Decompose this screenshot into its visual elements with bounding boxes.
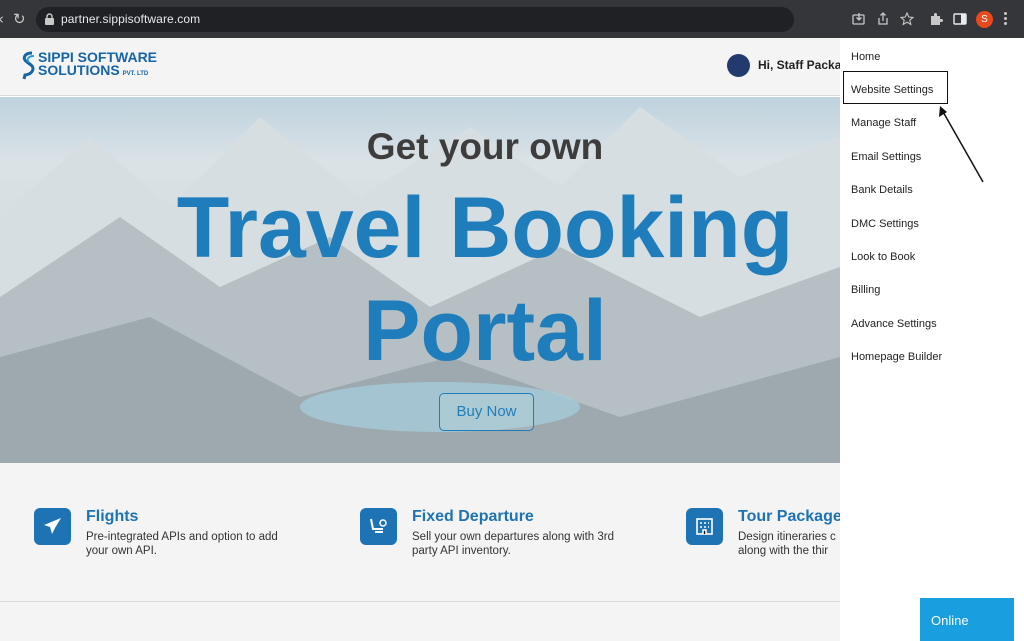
feature-desc-line: along with the thir [738,545,829,557]
features-section: Flights Pre-integrated APIs and option t… [0,463,842,641]
lock-icon [45,13,54,25]
menu-item-bank-details[interactable]: Bank Details [851,184,913,196]
menu-item-email-settings[interactable]: Email Settings [851,151,921,163]
menu-item-manage-staff[interactable]: Manage Staff [851,117,916,129]
url-text: partner.sippisoftware.com [61,12,201,26]
browser-toolbar: ‹ ↻ partner.sippisoftware.com S [0,0,1024,38]
feature-desc-line: Design itineraries c [738,531,836,543]
annotation-arrow-icon [939,106,984,183]
feature-desc-line: Pre-integrated APIs and option to add [86,531,278,543]
feature-desc: Pre-integrated APIs and option to add yo… [86,530,278,558]
online-chat-button[interactable]: Online [920,598,1014,641]
user-greeting[interactable]: Hi, Staff Packag [758,58,849,72]
share-icon[interactable] [876,12,890,26]
sippi-logo-icon[interactable] [20,51,36,81]
feature-desc-line: party API inventory. [412,545,511,557]
hero-subtitle: Get your own [366,126,604,167]
browser-menu-icon[interactable] [1004,12,1008,26]
hero-banner: Get your own Travel Booking Portal Buy N… [0,97,840,463]
bookmark-star-icon[interactable] [900,12,914,26]
feature-title: Flights [86,508,139,525]
feature-desc: Sell your own departures along with 3rd … [412,530,614,558]
section-divider [0,601,840,602]
feature-desc-line: your own API. [86,545,157,557]
menu-item-billing[interactable]: Billing [851,284,880,296]
feature-title: Tour Package [738,508,842,525]
user-avatar[interactable] [727,54,750,77]
company-logo-text[interactable]: SIPPI SOFTWARE SOLUTIONS PVT. LTD [38,50,157,81]
buy-now-button[interactable]: Buy Now [439,393,534,431]
logo-suffix: PVT. LTD [122,71,149,77]
airplane-icon [34,508,71,545]
hero-title-line2: Portal [363,283,607,379]
logo-line-2: SOLUTIONS [38,62,120,78]
building-icon [686,508,723,545]
menu-item-home[interactable]: Home [851,51,880,63]
menu-item-look-to-book[interactable]: Look to Book [851,251,915,263]
feature-desc: Design itineraries c along with the thir [738,530,836,558]
install-app-icon[interactable] [852,12,866,26]
hero-title-line1: Travel Booking [176,180,794,276]
reload-icon[interactable]: ↻ [13,10,26,28]
feature-title: Fixed Departure [412,508,534,525]
feature-desc-line: Sell your own departures along with 3rd [412,531,615,543]
profile-avatar[interactable]: S [976,11,993,28]
side-panel-icon[interactable] [953,12,967,26]
menu-item-homepage-builder[interactable]: Homepage Builder [851,351,942,363]
menu-item-dmc-settings[interactable]: DMC Settings [851,218,919,230]
address-bar[interactable]: partner.sippisoftware.com [36,7,794,32]
extensions-icon[interactable] [929,12,943,26]
back-icon[interactable]: ‹ [0,10,4,28]
menu-item-advance-settings[interactable]: Advance Settings [851,318,937,330]
fixed-departure-icon [360,508,397,545]
